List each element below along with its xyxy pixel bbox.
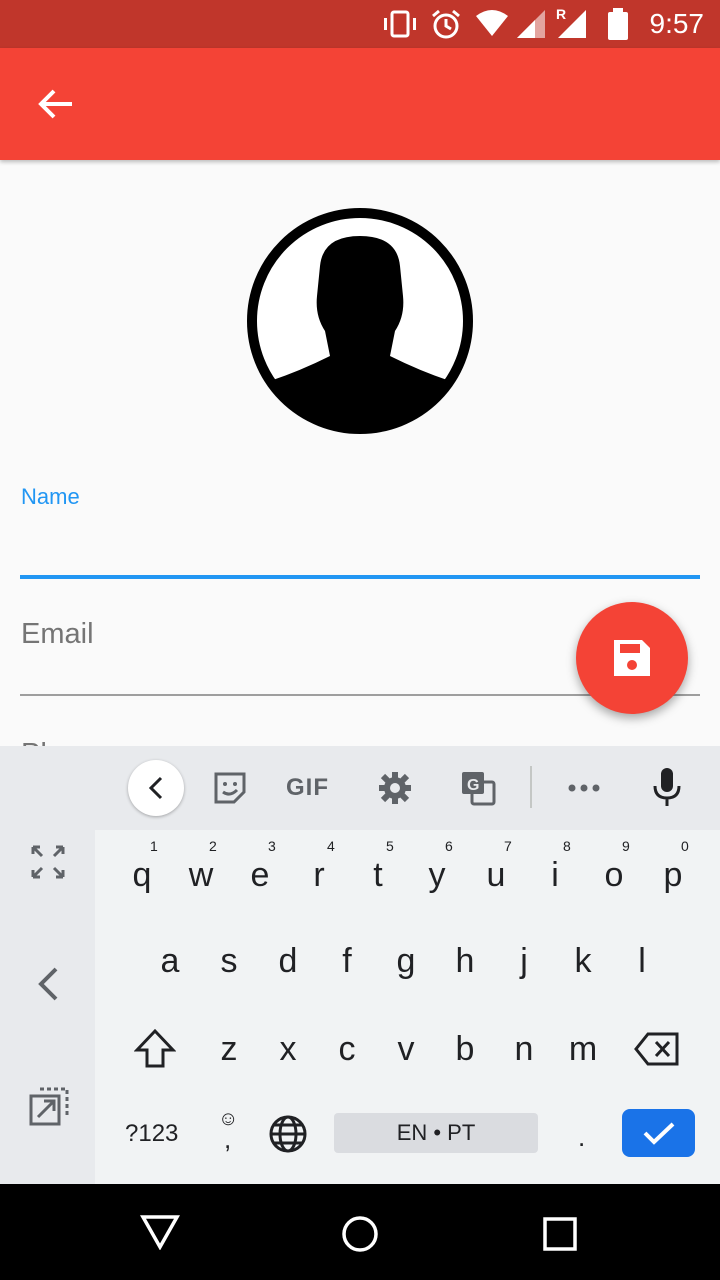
key-hint-7: 7 <box>504 838 512 854</box>
key-o[interactable]: o <box>589 856 639 895</box>
key-s[interactable]: s <box>204 942 254 981</box>
gear-icon[interactable] <box>377 770 413 806</box>
key-hint-1: 1 <box>150 838 158 854</box>
nav-back-icon[interactable] <box>140 1214 180 1250</box>
navigation-bar <box>0 1184 720 1280</box>
key-hint-9: 9 <box>622 838 630 854</box>
key-t[interactable]: t <box>353 856 403 895</box>
back-arrow-icon[interactable] <box>32 80 80 128</box>
key-l[interactable]: l <box>617 942 667 981</box>
key-w[interactable]: w <box>176 856 226 895</box>
nav-home-icon[interactable] <box>340 1214 380 1254</box>
key-n[interactable]: n <box>499 1030 549 1069</box>
enter-key[interactable] <box>622 1109 695 1157</box>
key-z[interactable]: z <box>204 1030 254 1069</box>
key-hint-0: 0 <box>681 838 689 854</box>
key-q[interactable]: q <box>117 856 167 895</box>
save-button[interactable] <box>576 602 688 714</box>
key-b[interactable]: b <box>440 1030 490 1069</box>
period-key[interactable]: . <box>578 1122 585 1153</box>
app-bar <box>0 48 720 160</box>
key-hint-8: 8 <box>563 838 571 854</box>
key-hint-6: 6 <box>445 838 453 854</box>
signal-roaming-icon <box>558 10 586 38</box>
key-d[interactable]: d <box>263 942 313 981</box>
key-hint-3: 3 <box>268 838 276 854</box>
key-m[interactable]: m <box>558 1030 608 1069</box>
nav-recents-icon[interactable] <box>542 1216 578 1252</box>
key-a[interactable]: a <box>145 942 195 981</box>
collapse-suggestions-button[interactable] <box>128 760 184 816</box>
key-hint-4: 4 <box>327 838 335 854</box>
alarm-icon <box>432 9 460 39</box>
shift-icon[interactable] <box>134 1028 176 1070</box>
checkmark-icon <box>643 1122 675 1145</box>
globe-icon[interactable] <box>268 1114 308 1154</box>
name-input[interactable] <box>20 520 700 575</box>
key-x[interactable]: x <box>263 1030 313 1069</box>
wifi-icon <box>476 10 508 36</box>
svg-text:G: G <box>467 777 479 794</box>
backspace-icon[interactable] <box>634 1032 680 1066</box>
email-input[interactable] <box>20 600 560 694</box>
phone-label: Phone <box>21 738 121 746</box>
gif-button[interactable]: GIF <box>286 774 329 802</box>
key-k[interactable]: k <box>558 942 608 981</box>
key-y[interactable]: y <box>412 856 462 895</box>
key-p[interactable]: p <box>648 856 698 895</box>
name-label: Name <box>21 484 80 509</box>
microphone-icon[interactable] <box>652 766 682 808</box>
key-e[interactable]: e <box>235 856 285 895</box>
toolbar-divider <box>530 766 532 808</box>
status-bar: R 9:57 <box>0 0 720 48</box>
comma-key[interactable]: , <box>224 1124 231 1155</box>
chevron-left-icon <box>148 776 163 800</box>
key-v[interactable]: v <box>381 1030 431 1069</box>
space-key[interactable]: EN • PT <box>334 1113 538 1153</box>
key-u[interactable]: u <box>471 856 521 895</box>
key-j[interactable]: j <box>499 942 549 981</box>
floating-keyboard-icon[interactable] <box>28 1086 70 1128</box>
floppy-disk-icon <box>614 640 650 676</box>
key-c[interactable]: c <box>322 1030 372 1069</box>
key-hint-2: 2 <box>209 838 217 854</box>
key-i[interactable]: i <box>530 856 580 895</box>
sticker-icon[interactable] <box>212 770 248 806</box>
key-hint-5: 5 <box>386 838 394 854</box>
battery-icon <box>608 8 628 40</box>
key-g[interactable]: g <box>381 942 431 981</box>
clock: 9:57 <box>649 8 705 39</box>
symbols-key[interactable]: ?123 <box>125 1120 178 1148</box>
key-h[interactable]: h <box>440 942 490 981</box>
chevron-left-icon[interactable] <box>36 966 60 1002</box>
expand-icon[interactable] <box>30 844 66 880</box>
key-f[interactable]: f <box>322 942 372 981</box>
name-underline <box>20 575 700 579</box>
signal-icon <box>517 10 545 38</box>
key-r[interactable]: r <box>294 856 344 895</box>
vibrate-icon <box>384 10 416 38</box>
translate-icon[interactable]: G <box>460 770 496 806</box>
more-options-icon[interactable] <box>566 780 602 796</box>
avatar-placeholder[interactable] <box>245 206 475 436</box>
